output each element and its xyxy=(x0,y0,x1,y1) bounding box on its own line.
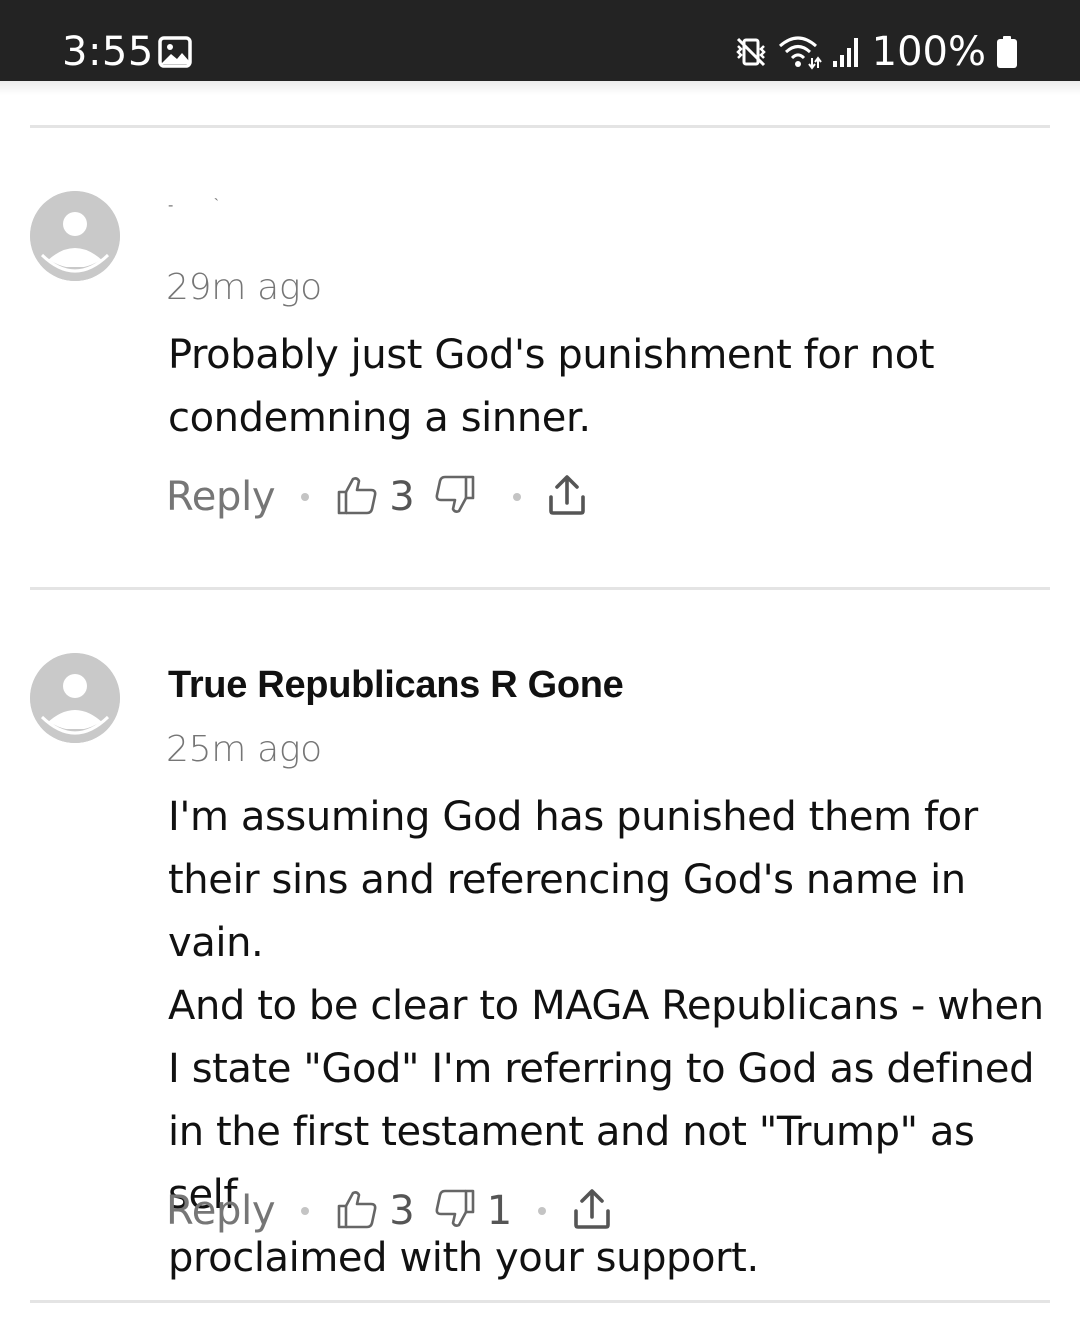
like-count: 3 xyxy=(389,474,415,520)
share-icon[interactable] xyxy=(547,473,587,522)
comment-body: Probably just God's punishment for not c… xyxy=(168,324,1048,450)
battery-percent: 100% xyxy=(871,29,986,75)
separator-dot xyxy=(301,1207,310,1215)
thumbs-up-icon[interactable] xyxy=(335,1187,379,1236)
timestamp: 25m ago xyxy=(166,729,322,770)
comment-actions: Reply 3 1 xyxy=(166,1186,612,1236)
thumbs-down-icon[interactable] xyxy=(433,1187,477,1236)
like-count: 3 xyxy=(389,1188,415,1234)
separator-dot xyxy=(538,1207,547,1215)
battery-icon xyxy=(997,36,1017,68)
avatar[interactable] xyxy=(30,191,120,281)
comment-line: I state "God" I'm referring to God as de… xyxy=(168,1046,1035,1092)
reply-button[interactable]: Reply xyxy=(166,474,276,520)
comment-line: I'm assuming God has punished them for xyxy=(168,794,978,840)
toolbar-shadow xyxy=(0,81,1080,95)
divider xyxy=(30,125,1050,128)
gallery-icon xyxy=(158,36,192,68)
comment-line: condemning a sinner. xyxy=(168,395,591,441)
comment-actions: Reply 3 xyxy=(166,472,587,522)
timestamp: 29m ago xyxy=(166,267,322,308)
avatar[interactable] xyxy=(30,653,120,743)
status-icons: 100% xyxy=(734,28,1018,76)
dislike-count: 1 xyxy=(486,1188,513,1234)
vibrate-mute-icon xyxy=(735,37,766,67)
author-name[interactable]: True Republicans R Gone xyxy=(168,661,624,709)
thumbs-down-icon[interactable] xyxy=(433,473,477,522)
share-icon[interactable] xyxy=(572,1187,612,1236)
comment-line: proclaimed with your support. xyxy=(168,1235,759,1281)
separator-dot xyxy=(301,493,310,501)
status-bar: 3:55 100% xyxy=(0,0,1080,81)
separator-dot xyxy=(512,493,521,501)
status-time: 3:55 xyxy=(62,29,154,75)
user-avatar-icon xyxy=(30,653,120,743)
divider xyxy=(30,587,1050,590)
comment-line: Probably just God's punishment for not xyxy=(168,332,935,378)
author-name[interactable]: - ` xyxy=(168,196,237,216)
reply-button[interactable]: Reply xyxy=(166,1188,276,1234)
comment-line: their sins and referencing God's name in… xyxy=(168,857,966,966)
signal-icon xyxy=(832,38,858,67)
wifi-icon xyxy=(778,36,822,70)
user-avatar-icon xyxy=(30,191,120,281)
comment-line: And to be clear to MAGA Republicans - wh… xyxy=(168,983,1044,1029)
thumbs-up-icon[interactable] xyxy=(335,473,379,522)
divider xyxy=(30,1300,1050,1303)
